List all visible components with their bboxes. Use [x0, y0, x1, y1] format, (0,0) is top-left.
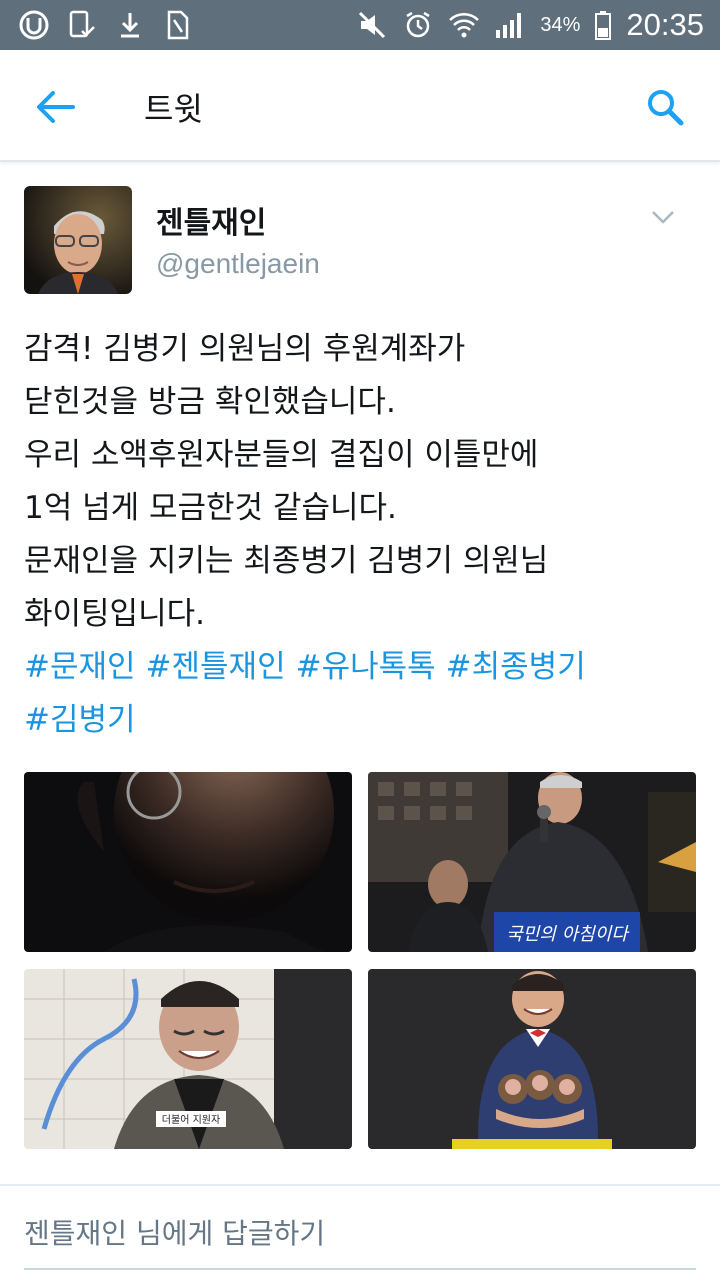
banner-text: 국민의 아침이다	[506, 924, 630, 945]
u-plus-icon	[18, 9, 50, 41]
signal-icon	[494, 9, 526, 41]
phone-check-icon	[66, 9, 98, 41]
tweet-photo[interactable]: 더불어 지원자	[24, 969, 352, 1149]
tweet-photo[interactable]	[24, 772, 352, 952]
author-name[interactable]: 젠틀재인	[156, 198, 266, 242]
hashtag-link[interactable]: #김병기	[24, 702, 136, 738]
reply-input[interactable]: 젠틀재인 님에게 답글하기	[24, 1212, 325, 1252]
arrow-left-icon	[37, 91, 75, 123]
tweet-line: 닫힌것을 방금 확인했습니다.	[24, 384, 396, 420]
reply-input-underline	[24, 1268, 696, 1270]
hashtag-list: #문재인 #젠틀재인 #유나톡톡 #최종병기 #김병기	[24, 641, 704, 747]
page-title: 트윗	[144, 90, 203, 128]
media-grid: 국민의 아침이다 더불어 지원자	[24, 772, 696, 1149]
author-handle[interactable]: @gentlejaein	[156, 248, 320, 280]
search-button[interactable]	[640, 82, 690, 132]
tweet-line: 우리 소액후원자분들의 결집이 이틀만에	[24, 437, 539, 473]
sim-card-icon	[162, 9, 194, 41]
clock: 20:35	[626, 7, 704, 42]
tweet-line: 1억 넘게 모금한것 같습니다.	[24, 490, 397, 526]
tweet-line: 화이팅입니다.	[24, 596, 205, 632]
alarm-icon	[402, 9, 434, 41]
battery-icon	[594, 9, 612, 41]
status-icons-left	[18, 8, 194, 42]
hashtag-link[interactable]: #문재인	[24, 649, 136, 685]
tweet-line: 감격! 김병기 의원님의 후원계좌가	[24, 331, 466, 367]
status-bar: 34% 20:35	[0, 0, 720, 50]
search-icon	[648, 90, 684, 126]
avatar[interactable]	[24, 186, 132, 294]
tweet-line: 문재인을 지키는 최종병기 김병기 의원님	[24, 543, 549, 579]
wifi-icon	[448, 9, 480, 41]
tweet-text: 감격! 김병기 의원님의 후원계좌가 닫힌것을 방금 확인했습니다. 우리 소액…	[24, 323, 704, 747]
divider	[0, 1184, 720, 1186]
status-icons-right: 34% 20:35	[356, 6, 704, 44]
download-icon	[114, 9, 146, 41]
tweet-photo[interactable]: 국민의 아침이다	[368, 772, 696, 952]
name-tag-text: 더불어 지원자	[162, 1114, 220, 1126]
tweet-photo[interactable]	[368, 969, 696, 1149]
hashtag-link[interactable]: #젠틀재인	[146, 649, 286, 685]
more-options-button[interactable]	[648, 204, 678, 230]
app-bar: 트윗	[0, 50, 720, 162]
back-button[interactable]	[30, 84, 80, 130]
mute-icon	[356, 9, 388, 41]
hashtag-link[interactable]: #유나톡톡	[296, 649, 436, 685]
battery-percent: 34%	[540, 13, 581, 36]
chevron-down-icon	[652, 211, 674, 224]
hashtag-link[interactable]: #최종병기	[446, 649, 586, 685]
